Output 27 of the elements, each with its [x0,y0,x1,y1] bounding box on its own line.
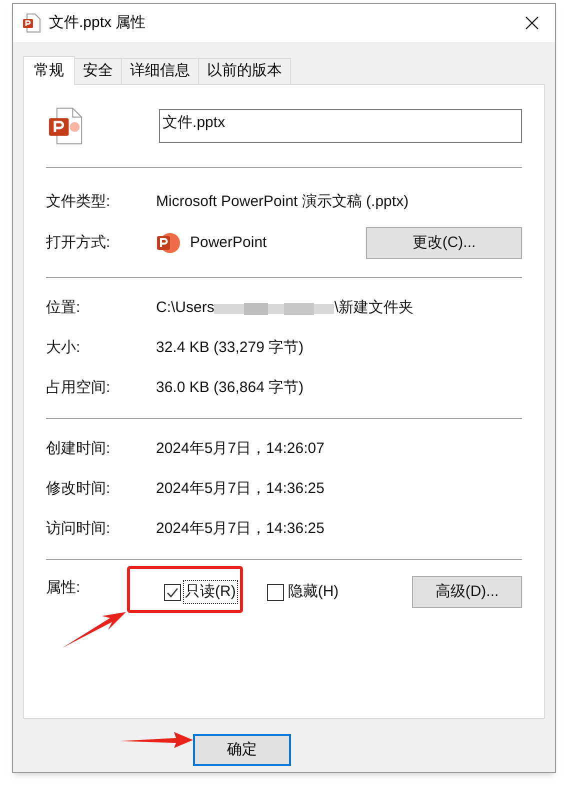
app-name: PowerPoint [190,232,267,253]
field-label: 占用空间: [46,378,112,398]
field-value: 2024年5月7日，14:26:07 [156,438,324,459]
field-label: 访问时间: [46,518,112,539]
checkbox-label[interactable]: 只读(R) [184,580,237,604]
field-label: 属性: [46,578,82,598]
ok-button[interactable]: 确定 [193,734,291,766]
field-value: 32.4 KB (33,279 字节) [156,338,304,358]
field-label: 文件类型: [46,192,112,212]
field-value: Microsoft PowerPoint 演示文稿 (.pptx) [156,192,409,212]
checkbox-label[interactable]: 隐藏(H) [286,580,340,604]
field-label: 创建时间: [46,438,112,459]
field-label: 位置: [46,298,82,318]
field-label: 修改时间: [46,478,112,499]
change-button[interactable]: 更改(C)... [366,227,522,259]
window-title: 文件.pptx 属性 [49,12,146,33]
field-label: 打开方式: [46,232,112,253]
location-path: \新建文件夹 [334,298,414,318]
file-name-field[interactable]: 文件.pptx [158,109,522,143]
tab[interactable]: 常规 [23,56,75,85]
field-value: 36.0 KB (36,864 字节) [156,378,304,398]
tab[interactable]: 以前的版本 [198,58,291,84]
advanced-button[interactable]: 高级(D)... [412,576,522,608]
field-value: 2024年5月7日，14:36:25 [156,478,324,499]
location-path: C:\Users [156,298,214,318]
field-value: 2024年5月7日，14:36:25 [156,518,324,539]
field-label: 大小: [46,338,82,358]
